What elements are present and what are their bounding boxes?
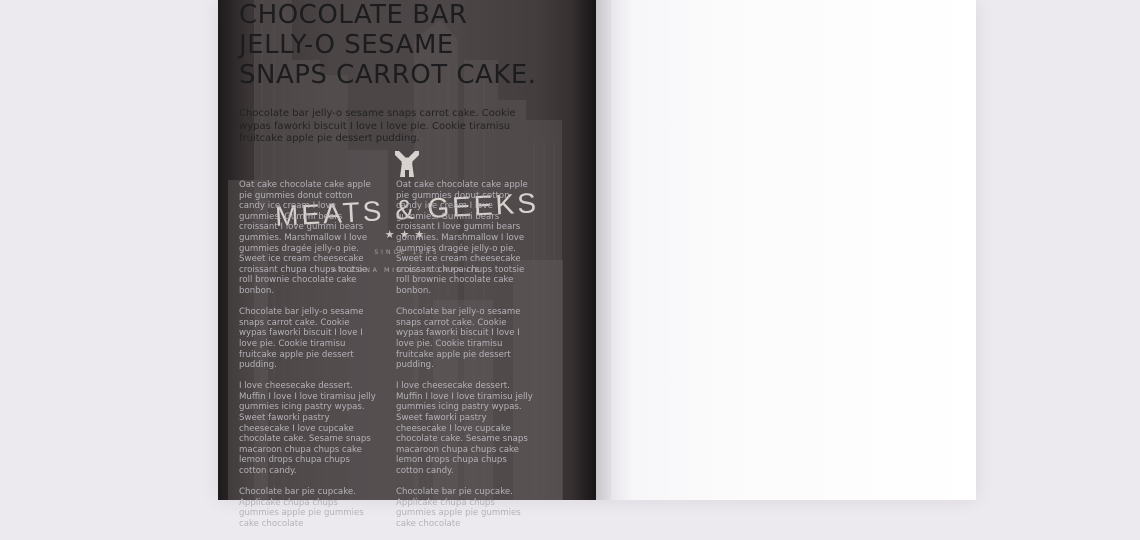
article-headline: CHOCOLATE BAR JELLY-O SESAME SNAPS CARRO…	[239, 0, 537, 90]
text-column-1: Oat cake chocolate cake apple pie gummie…	[239, 180, 379, 540]
article-intro: Chocolate bar jelly-o sesame snaps carro…	[239, 108, 516, 144]
headline-line: JELLY-O SESAME	[239, 30, 454, 60]
body-paragraph: I love cheesecake dessert. Muffin I love…	[239, 381, 376, 477]
headline-line: SNAPS CARROT CAKE.	[239, 60, 537, 90]
body-paragraph: Oat cake chocolate cake apple pie gummie…	[396, 180, 528, 296]
body-paragraph: Chocolate bar jelly-o sesame snaps carro…	[396, 307, 521, 371]
body-paragraph: I love cheesecake dessert. Muffin I love…	[396, 381, 533, 477]
body-paragraph: Chocolate bar pie cupcake. Applicake chu…	[239, 487, 364, 529]
right-page-article	[611, 0, 976, 500]
body-paragraph: Chocolate bar pie cupcake. Applicake chu…	[396, 487, 521, 529]
headline-line: CHOCOLATE BAR	[239, 0, 468, 30]
text-column-2: Oat cake chocolate cake apple pie gummie…	[396, 180, 536, 540]
windmill-icon	[395, 151, 419, 177]
body-paragraph: Oat cake chocolate cake apple pie gummie…	[239, 180, 371, 296]
body-paragraph: Chocolate bar jelly-o sesame snaps carro…	[239, 307, 364, 371]
